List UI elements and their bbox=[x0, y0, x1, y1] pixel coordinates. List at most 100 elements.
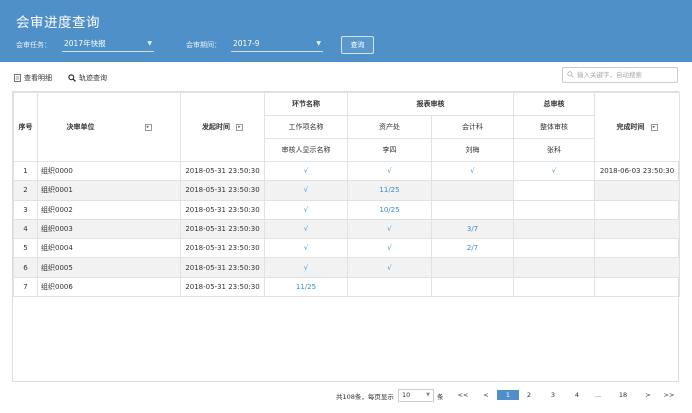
chevron-down-icon: ▼ bbox=[316, 40, 321, 47]
period-select[interactable]: 2017-9 ▼ bbox=[231, 36, 323, 52]
table-row[interactable]: 1 组织0000 2018-05-31 23:50:30 √ √ √ √ 201… bbox=[13, 160, 680, 182]
pager-first-button[interactable]: << bbox=[456, 390, 470, 400]
table-row[interactable]: 3 组织0002 2018-05-31 23:50:30 √ 10/25 bbox=[13, 199, 680, 220]
track-query-button[interactable]: 轨迹查询 bbox=[68, 73, 107, 83]
table-row[interactable]: 2 组织0001 2018-05-31 23:50:30 √ 11/25 bbox=[13, 180, 680, 201]
table-row[interactable]: 5 组织0004 2018-05-31 23:50:30 √ √ 2/7 bbox=[13, 238, 680, 259]
pager-page-3[interactable]: 3 bbox=[546, 390, 560, 400]
track-query-label: 轨迹查询 bbox=[79, 74, 107, 82]
col-header-report-review: 报表审核 bbox=[347, 92, 514, 116]
sort-icon[interactable]: ▸ bbox=[236, 123, 243, 131]
table-row[interactable]: 4 组织0003 2018-05-31 23:50:30 √ √ 3/7 bbox=[13, 218, 680, 240]
pager-page-2[interactable]: 2 bbox=[522, 390, 536, 400]
cell-unit: 组织0000 bbox=[37, 160, 181, 182]
pager-page-1[interactable]: 1 bbox=[497, 390, 519, 400]
cell-accounting[interactable]: 2/7 bbox=[431, 238, 514, 259]
col-header-time[interactable]: 发起时间 ▸ bbox=[180, 92, 265, 162]
cell-unit: 组织0001 bbox=[37, 180, 181, 201]
cell-no: 1 bbox=[13, 160, 38, 182]
cell-assets: √ bbox=[347, 218, 432, 240]
period-label: 会审期间： bbox=[186, 41, 221, 49]
cell-unit: 组织0002 bbox=[37, 199, 181, 220]
col-header-done-time[interactable]: 完成时间 ▸ bbox=[594, 92, 680, 162]
cell-time: 2018-05-31 23:50:30 bbox=[180, 180, 265, 201]
cell-assets[interactable]: 10/25 bbox=[347, 199, 432, 220]
cell-accounting[interactable]: 3/7 bbox=[431, 218, 514, 240]
cell-accounting bbox=[431, 257, 514, 278]
col-header-reviewer-display: 审核人显示名称 bbox=[264, 138, 348, 162]
cell-step: √ bbox=[264, 180, 348, 201]
reviewer-li-si: 李四 bbox=[347, 138, 432, 162]
table-row[interactable]: 6 组织0005 2018-05-31 23:50:30 √ √ bbox=[13, 257, 680, 278]
progress-table-container: 序号 决审单位 ▸ 发起时间 ▸ 环节名称 报表审核 总审核 完成时间 ▸ 工作项名称… bbox=[12, 91, 680, 382]
document-icon bbox=[14, 74, 21, 82]
cell-accounting bbox=[431, 199, 514, 220]
view-detail-button[interactable]: 查看明细 bbox=[14, 73, 52, 83]
col-header-time-label: 发起时间 bbox=[202, 123, 230, 131]
search-icon bbox=[68, 74, 76, 82]
cell-no: 3 bbox=[13, 199, 38, 220]
cell-unit: 组织0006 bbox=[37, 276, 181, 298]
reviewer-liu-mei: 刘梅 bbox=[431, 138, 514, 162]
cell-done bbox=[594, 180, 680, 201]
col-header-unit[interactable]: 决审单位 ▸ bbox=[37, 92, 181, 162]
col-header-step-name: 环节名称 bbox=[264, 92, 348, 116]
cell-done bbox=[594, 238, 680, 259]
cell-accounting: √ bbox=[431, 160, 514, 182]
pager-ellipsis: ... bbox=[594, 391, 602, 399]
pager-last-button[interactable]: >> bbox=[662, 390, 676, 400]
col-header-unit-label: 决审单位 bbox=[66, 123, 95, 131]
cell-no: 4 bbox=[13, 218, 38, 240]
table-row[interactable]: 7 组织0006 2018-05-31 23:50:30 11/25 bbox=[13, 276, 680, 298]
pager-page-18[interactable]: 18 bbox=[616, 390, 630, 400]
cell-done bbox=[594, 218, 680, 240]
cell-unit: 组织0003 bbox=[37, 218, 181, 240]
col-header-work-item-name: 工作项名称 bbox=[264, 115, 348, 139]
pager-unit: 条 bbox=[437, 393, 444, 401]
pager-prev-button[interactable]: < bbox=[479, 390, 493, 400]
pager-page-4[interactable]: 4 bbox=[570, 390, 584, 400]
search-input[interactable]: 输入关键字，自动搜索 bbox=[562, 67, 678, 83]
col-header-final-review: 总审核 bbox=[513, 92, 595, 116]
sort-icon[interactable]: ▸ bbox=[650, 123, 658, 131]
cell-overall: √ bbox=[513, 160, 595, 182]
cell-overall bbox=[513, 238, 595, 259]
cell-done bbox=[594, 199, 680, 220]
task-select[interactable]: 2017年快报 ▼ bbox=[62, 36, 154, 52]
cell-time: 2018-05-31 23:50:30 bbox=[180, 199, 265, 220]
page-title: 会审进度查询 bbox=[16, 15, 100, 31]
cell-no: 2 bbox=[13, 180, 38, 201]
cell-time: 2018-05-31 23:50:30 bbox=[180, 257, 265, 278]
cell-step: √ bbox=[264, 218, 348, 240]
cell-accounting bbox=[431, 276, 514, 298]
cell-time: 2018-05-31 23:50:30 bbox=[180, 218, 265, 240]
col-header-overall: 整体审核 bbox=[513, 115, 595, 139]
cell-overall bbox=[513, 276, 595, 298]
sort-icon[interactable]: ▸ bbox=[144, 123, 152, 131]
cell-step[interactable]: 11/25 bbox=[264, 276, 348, 298]
col-header-assets: 资产处 bbox=[347, 115, 432, 139]
cell-assets: √ bbox=[347, 257, 432, 278]
chevron-down-icon: ▼ bbox=[147, 40, 152, 47]
cell-done: 2018-06-03 23:50:30 bbox=[594, 160, 680, 182]
col-header-seq: 序号 bbox=[13, 92, 38, 162]
page-size-value: 10 bbox=[402, 391, 411, 399]
cell-overall bbox=[513, 218, 595, 240]
cell-step: √ bbox=[264, 257, 348, 278]
pager-total-text: 共108条，每页显示 bbox=[336, 393, 394, 401]
cell-done bbox=[594, 257, 680, 278]
page-size-select[interactable]: 10 ▼ bbox=[398, 389, 434, 402]
cell-time: 2018-05-31 23:50:30 bbox=[180, 276, 265, 298]
search-placeholder: 输入关键字，自动搜索 bbox=[577, 71, 642, 79]
cell-unit: 组织0004 bbox=[37, 238, 181, 259]
search-icon bbox=[567, 71, 574, 78]
cell-assets[interactable]: 11/25 bbox=[347, 180, 432, 201]
header-bar: 会审进度查询 会审任务： 2017年快报 ▼ 会审期间： 2017-9 ▼ 查询 bbox=[0, 0, 692, 62]
cell-accounting bbox=[431, 180, 514, 201]
query-button[interactable]: 查询 bbox=[341, 36, 374, 54]
pager-next-button[interactable]: > bbox=[641, 390, 655, 400]
cell-step: √ bbox=[264, 199, 348, 220]
cell-no: 6 bbox=[13, 257, 38, 278]
cell-no: 7 bbox=[13, 276, 38, 298]
view-detail-label: 查看明细 bbox=[24, 74, 52, 82]
